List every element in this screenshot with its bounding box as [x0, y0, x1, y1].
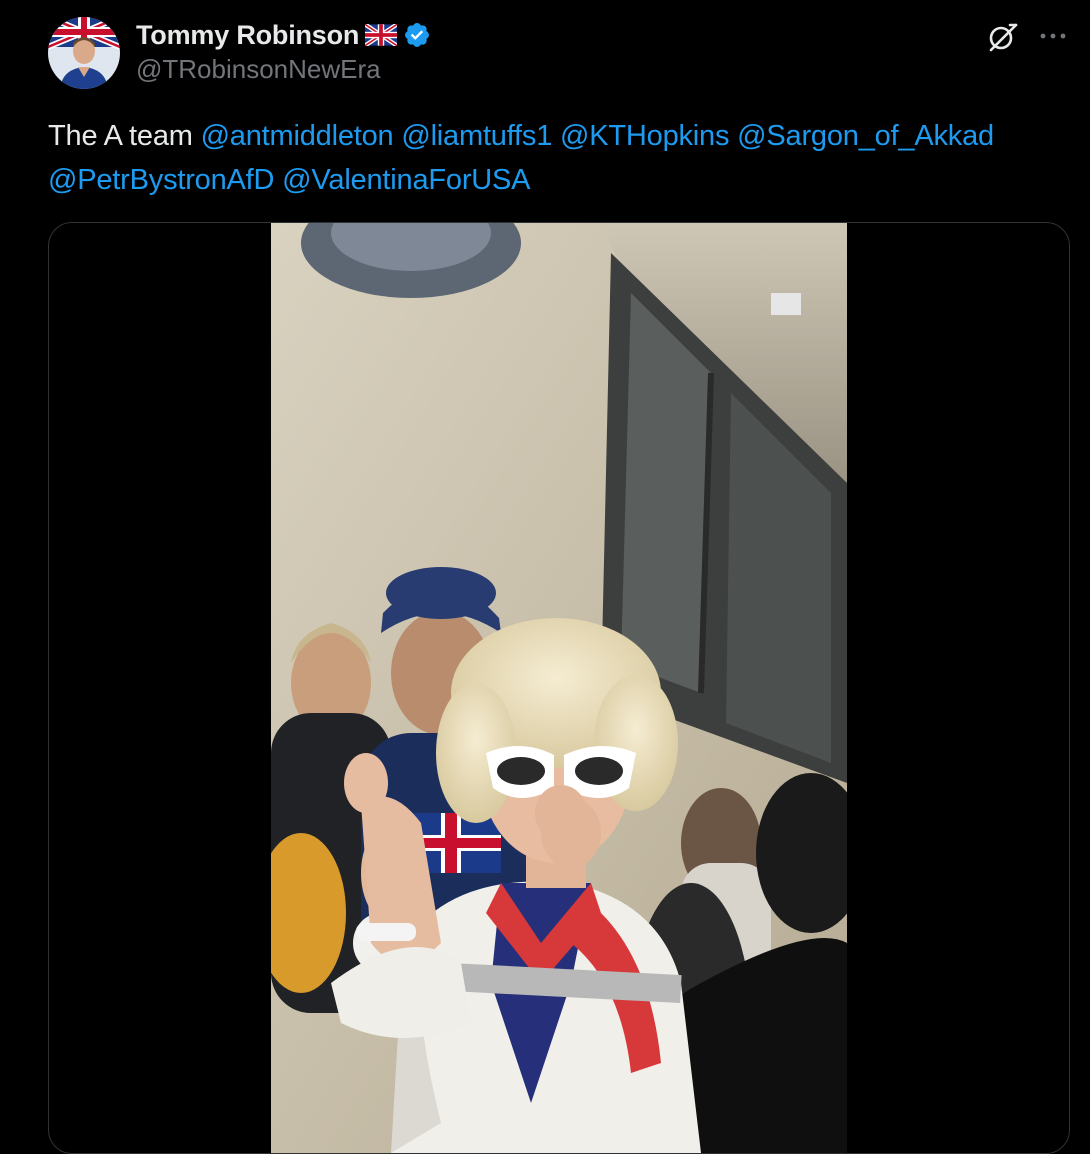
video-frame-image: [271, 223, 847, 1153]
author-avatar[interactable]: [48, 17, 120, 89]
tweet-card: Tommy Robinson @TRobinsonNewEra The A te…: [0, 0, 1090, 1154]
more-options-icon[interactable]: [1036, 26, 1070, 46]
grok-icon[interactable]: [986, 20, 1020, 54]
author-name-row: Tommy Robinson: [136, 18, 431, 52]
uk-flag-icon: [365, 24, 398, 46]
author-handle[interactable]: @TRobinsonNewEra: [136, 54, 381, 85]
tweet-text: The A team @antmiddleton @liamtuffs1 @KT…: [48, 114, 1078, 202]
mention-link[interactable]: @ValentinaForUSA: [282, 164, 530, 196]
mention-link[interactable]: @KTHopkins: [560, 120, 729, 152]
mention-link[interactable]: @antmiddleton: [201, 120, 394, 152]
mention-link[interactable]: @PetrBystronAfD: [48, 164, 274, 196]
mention-link[interactable]: @liamtuffs1: [401, 120, 552, 152]
media-container: [48, 222, 1070, 1154]
tweet-text-prefix: The A team: [48, 120, 193, 152]
verified-badge-icon[interactable]: [403, 21, 431, 49]
author-display-name[interactable]: Tommy Robinson: [136, 20, 359, 51]
mention-link[interactable]: @Sargon_of_Akkad: [737, 120, 994, 152]
video-player[interactable]: [271, 223, 847, 1153]
